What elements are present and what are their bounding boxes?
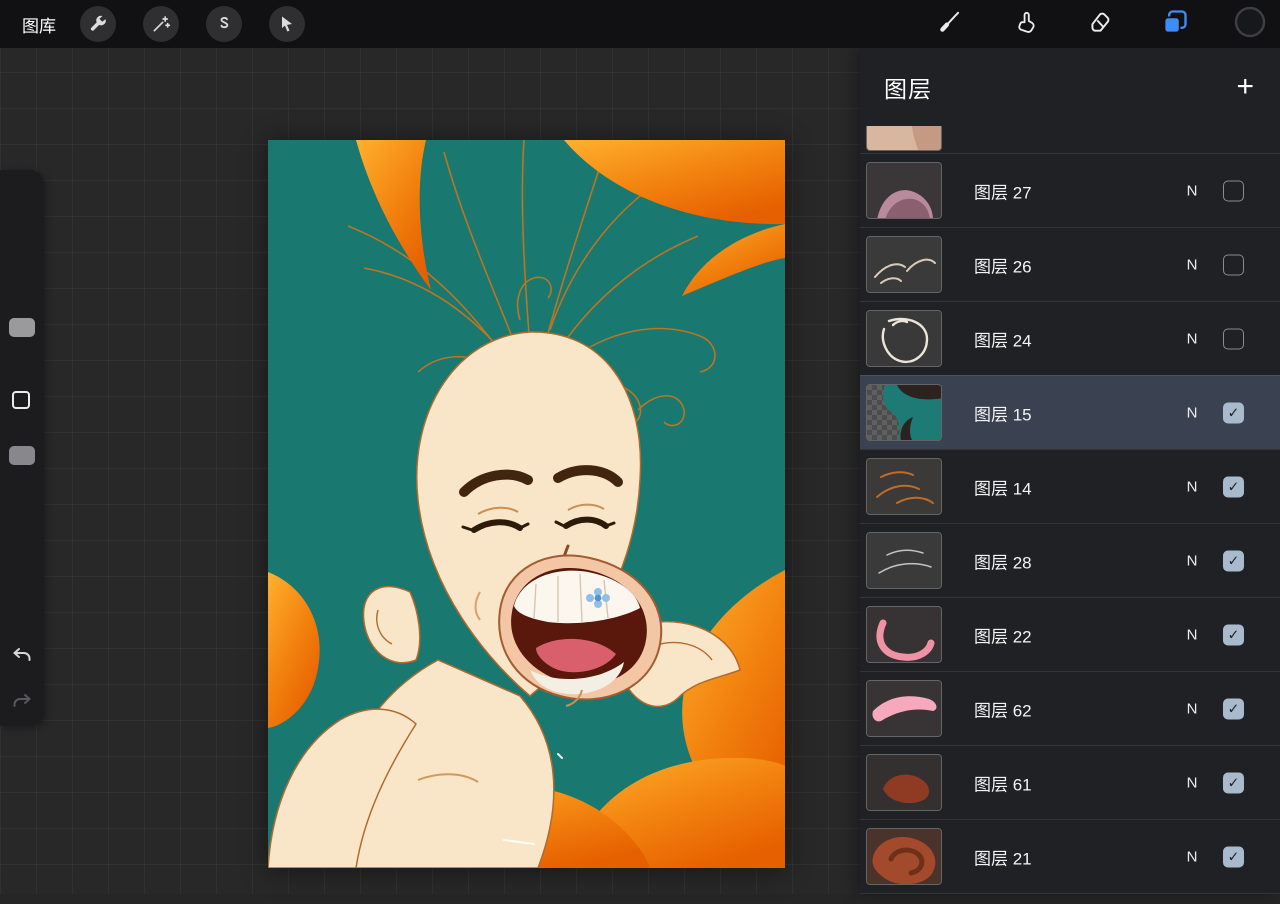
layer-name: 图层 62 bbox=[974, 696, 1032, 721]
eraser-icon bbox=[1087, 9, 1113, 40]
modify-button[interactable] bbox=[12, 391, 30, 409]
layer-blend-mode[interactable]: N bbox=[1182, 330, 1202, 347]
layer-blend-mode[interactable]: N bbox=[1182, 626, 1202, 643]
layer-visibility-checkbox[interactable] bbox=[1223, 328, 1244, 349]
layers-list: 图层 27 N 图层 26 N 图层 24 N bbox=[860, 153, 1280, 904]
layer-name: 图层 61 bbox=[974, 770, 1032, 795]
layer-visibility-checkbox[interactable] bbox=[1223, 550, 1244, 571]
layers-tool-button[interactable] bbox=[1159, 8, 1191, 40]
adjustments-button[interactable] bbox=[143, 6, 179, 42]
layer-row[interactable]: 图层 62 N bbox=[860, 671, 1280, 745]
layer-blend-mode[interactable]: N bbox=[1182, 404, 1202, 421]
brush-icon bbox=[937, 9, 963, 40]
magic-wand-icon bbox=[151, 14, 171, 34]
smudge-tool-button[interactable] bbox=[1009, 8, 1041, 40]
layer-name: 图层 14 bbox=[974, 474, 1032, 499]
color-tool-button[interactable] bbox=[1234, 8, 1266, 40]
side-toolbar bbox=[0, 170, 44, 726]
layer-name: 图层 26 bbox=[974, 252, 1032, 277]
layers-panel-title: 图层 bbox=[884, 70, 932, 104]
layer-row[interactable]: 图层 14 N bbox=[860, 449, 1280, 523]
add-layer-button[interactable]: + bbox=[1236, 74, 1254, 100]
layers-panel: 图层 + 图层 27 N 图层 26 bbox=[860, 48, 1280, 894]
opacity-slider[interactable] bbox=[9, 446, 35, 465]
selection-button[interactable] bbox=[206, 6, 242, 42]
layer-thumbnail[interactable] bbox=[866, 126, 942, 151]
layer-thumbnail[interactable] bbox=[866, 384, 942, 441]
layer-visibility-checkbox[interactable] bbox=[1223, 846, 1244, 867]
selection-ribbon-icon bbox=[214, 14, 234, 34]
layers-panel-header: 图层 + bbox=[860, 48, 1280, 126]
layer-name: 图层 15 bbox=[974, 400, 1032, 425]
canvas-artwork bbox=[268, 140, 785, 868]
layer-visibility-checkbox[interactable] bbox=[1223, 254, 1244, 275]
drawing-canvas[interactable] bbox=[268, 140, 785, 868]
layer-row[interactable]: 图层 22 N bbox=[860, 597, 1280, 671]
layer-name: 图层 24 bbox=[974, 326, 1032, 351]
layer-blend-mode[interactable]: N bbox=[1182, 774, 1202, 791]
layer-name: 图层 28 bbox=[974, 548, 1032, 573]
transform-button[interactable] bbox=[269, 6, 305, 42]
layer-row[interactable]: 图层 27 N bbox=[860, 153, 1280, 227]
layer-blend-mode[interactable]: N bbox=[1182, 700, 1202, 717]
layer-visibility-checkbox[interactable] bbox=[1223, 624, 1244, 645]
eraser-tool-button[interactable] bbox=[1084, 8, 1116, 40]
layer-thumbnail[interactable] bbox=[866, 828, 942, 885]
layer-visibility-checkbox[interactable] bbox=[1223, 698, 1244, 719]
layer-visibility-checkbox[interactable] bbox=[1223, 402, 1244, 423]
undo-button[interactable] bbox=[10, 642, 34, 671]
layer-thumbnail[interactable] bbox=[866, 458, 942, 515]
layer-name: 图层 21 bbox=[974, 844, 1032, 869]
layer-thumbnail[interactable] bbox=[866, 236, 942, 293]
layer-visibility-checkbox[interactable] bbox=[1223, 476, 1244, 497]
redo-button[interactable] bbox=[10, 688, 34, 717]
top-toolbar: 图库 bbox=[0, 0, 1280, 48]
layer-visibility-checkbox[interactable] bbox=[1223, 772, 1244, 793]
workspace-background: 图库 bbox=[0, 0, 1280, 894]
layer-blend-mode[interactable]: N bbox=[1182, 256, 1202, 273]
layer-thumbnail[interactable] bbox=[866, 532, 942, 589]
layer-name: 图层 22 bbox=[974, 622, 1032, 647]
layer-row-partial[interactable] bbox=[860, 126, 1280, 153]
layer-blend-mode[interactable]: N bbox=[1182, 182, 1202, 199]
layer-row[interactable]: 图层 26 N bbox=[860, 227, 1280, 301]
brush-size-slider[interactable] bbox=[9, 318, 35, 337]
layer-blend-mode[interactable]: N bbox=[1182, 478, 1202, 495]
layer-row[interactable]: 图层 24 N bbox=[860, 301, 1280, 375]
layers-icon bbox=[1161, 8, 1189, 41]
color-circle-icon bbox=[1234, 6, 1266, 43]
layer-name: 图层 27 bbox=[974, 178, 1032, 203]
layer-thumbnail[interactable] bbox=[866, 754, 942, 811]
gallery-button[interactable]: 图库 bbox=[22, 12, 56, 37]
layer-thumbnail[interactable] bbox=[866, 606, 942, 663]
smudge-icon bbox=[1012, 9, 1038, 40]
layer-blend-mode[interactable]: N bbox=[1182, 552, 1202, 569]
transform-cursor-icon bbox=[277, 14, 297, 34]
wrench-icon bbox=[88, 14, 108, 34]
layer-row[interactable]: 图层 15 N bbox=[860, 375, 1280, 449]
layer-row[interactable]: 图层 61 N bbox=[860, 745, 1280, 819]
actions-button[interactable] bbox=[80, 6, 116, 42]
undo-icon bbox=[10, 653, 34, 670]
layer-row[interactable]: 图层 21 N bbox=[860, 819, 1280, 893]
paint-tool-button[interactable] bbox=[934, 8, 966, 40]
layer-thumbnail[interactable] bbox=[866, 310, 942, 367]
layer-row[interactable]: 图层 28 N bbox=[860, 523, 1280, 597]
layer-row-bottom-sliver bbox=[860, 893, 1280, 904]
layer-visibility-checkbox[interactable] bbox=[1223, 180, 1244, 201]
layer-thumbnail[interactable] bbox=[866, 680, 942, 737]
layer-blend-mode[interactable]: N bbox=[1182, 848, 1202, 865]
layer-thumbnail[interactable] bbox=[866, 162, 942, 219]
redo-icon bbox=[10, 699, 34, 716]
